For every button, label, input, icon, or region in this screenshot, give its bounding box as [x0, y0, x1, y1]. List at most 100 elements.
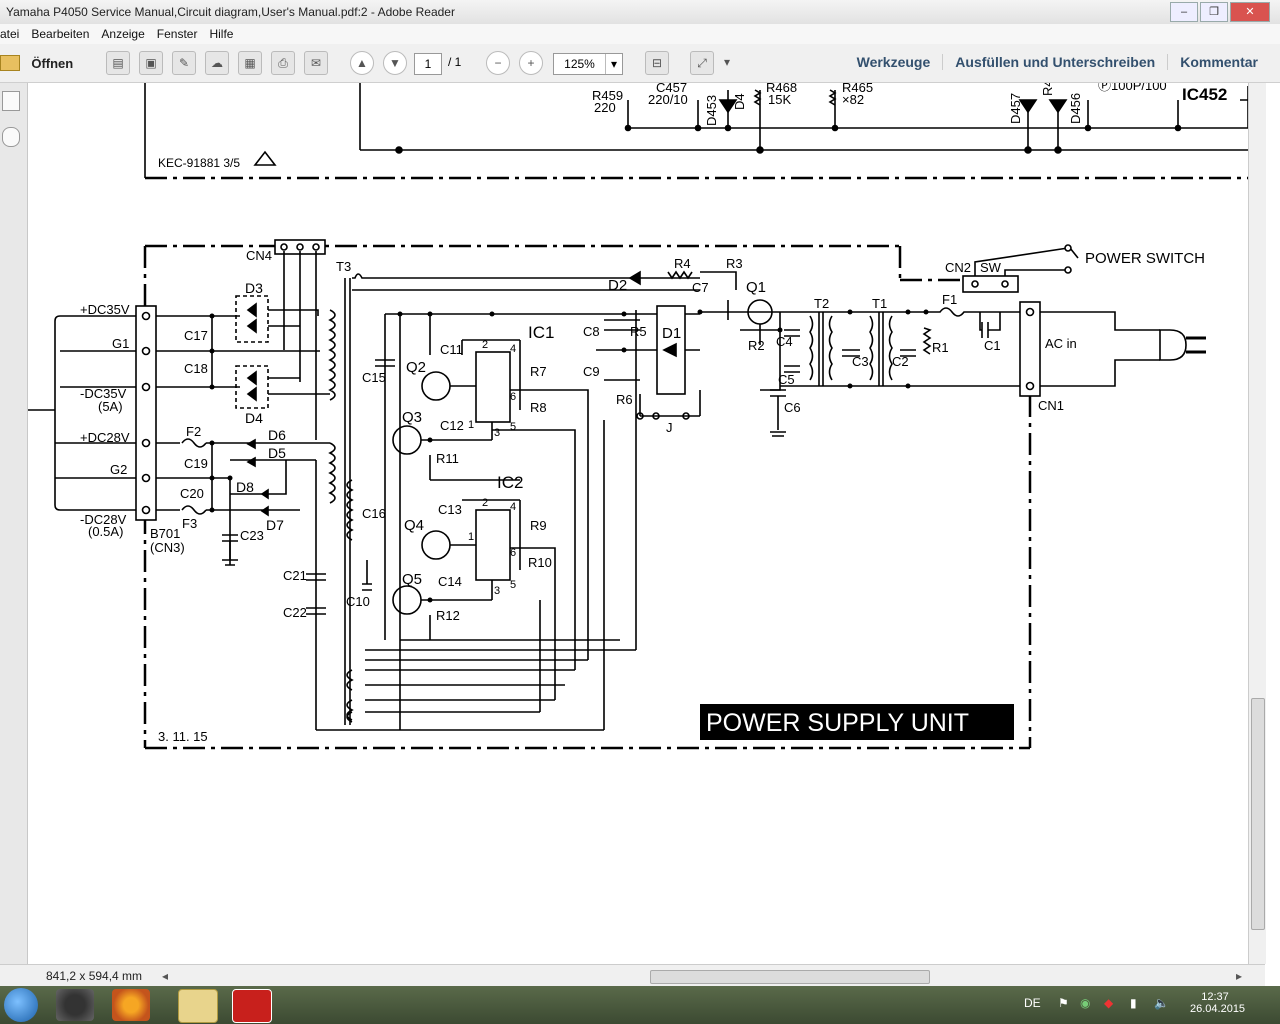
language-indicator[interactable]: DE	[1024, 996, 1041, 1010]
clock-date: 26.04.2015	[1190, 1003, 1246, 1015]
next-page-icon[interactable]: ▼	[383, 51, 407, 75]
page-view-icon[interactable]: ⊟	[645, 51, 669, 75]
title-bar: Yamaha P4050 Service Manual,Circuit diag…	[0, 0, 1280, 25]
taskbar: DE ⚑ ◉ ◆ ▮ 🔈 12:37 26.04.2015	[0, 986, 1280, 1024]
clock[interactable]: 12:37 26.04.2015	[1190, 991, 1246, 1015]
lbl-cn1: CN1	[1038, 398, 1064, 413]
edit-icon[interactable]: ✎	[172, 51, 196, 75]
lbl-cn3: (CN3)	[150, 540, 185, 555]
lbl-f1: F1	[942, 292, 957, 307]
maximize-button[interactable]: ❐	[1200, 2, 1228, 22]
lbl-r8: R8	[530, 400, 547, 415]
lbl-c8: C8	[583, 324, 600, 339]
lbl-r468v: 15K	[768, 92, 791, 107]
lbl-t3: T3	[336, 259, 351, 274]
menu-anzeige[interactable]: Anzeige	[101, 27, 144, 41]
lbl-r3: R3	[726, 256, 743, 271]
lbl-d3: D3	[245, 280, 263, 296]
combine-files-icon[interactable]: ▣	[139, 51, 163, 75]
lbl-c2: C2	[892, 354, 909, 369]
open-button[interactable]: Öffnen	[0, 51, 73, 75]
prev-page-icon[interactable]: ▲	[350, 51, 374, 75]
lbl-pin: 3	[494, 427, 500, 439]
menu-datei[interactable]: atei	[0, 27, 19, 41]
lbl-sw: SW	[980, 260, 1002, 275]
menu-bar: atei Bearbeiten Anzeige Fenster Hilfe	[0, 24, 1280, 44]
lbl-c13: C13	[438, 502, 462, 517]
lbl-pin: 4	[510, 501, 516, 513]
menu-fenster[interactable]: Fenster	[157, 27, 198, 41]
scroll-right-icon[interactable]: ▸	[1236, 969, 1242, 983]
lbl-ic452: IC452	[1182, 85, 1227, 104]
lbl-pin: 3	[494, 585, 500, 597]
clock-time: 12:37	[1201, 991, 1229, 1003]
page-number-input[interactable]: 1	[414, 53, 442, 75]
page-total: / 1	[448, 55, 462, 69]
zoom-out-icon[interactable]: −	[486, 51, 510, 75]
page-thumbnails-icon[interactable]	[2, 91, 20, 111]
window-controls: – ❐ ✕	[1168, 2, 1270, 22]
toolbar-more-icon[interactable]: ▾	[724, 55, 730, 79]
vertical-scrollbar[interactable]	[1248, 83, 1266, 964]
lbl-pin: 6	[510, 391, 516, 403]
fill-sign-link[interactable]: Ausfüllen und Unterschreiben	[942, 54, 1167, 70]
lbl-r5: R5	[630, 324, 647, 339]
volume-icon[interactable]: 🔈	[1154, 996, 1169, 1010]
create-pdf-icon[interactable]: ▤	[106, 51, 130, 75]
lbl-c16: C16	[362, 506, 386, 521]
zoom-in-icon[interactable]: +	[519, 51, 543, 75]
fullscreen-icon[interactable]: ⤢	[690, 51, 714, 75]
lbl-f2: F2	[186, 424, 201, 439]
save-icon[interactable]: ▦	[238, 51, 262, 75]
attachments-icon[interactable]	[2, 127, 20, 147]
lbl-pin: 1	[468, 419, 474, 431]
lbl-d453: D453	[704, 95, 719, 126]
email-icon[interactable]: ✉	[304, 51, 328, 75]
print-icon[interactable]: ⎙	[271, 51, 295, 75]
menu-hilfe[interactable]: Hilfe	[209, 27, 233, 41]
lbl-c18: C18	[184, 361, 208, 376]
antivirus-icon[interactable]: ◆	[1104, 996, 1113, 1010]
lbl-q1: Q1	[746, 279, 766, 296]
lbl-r4: R4	[674, 256, 691, 271]
firefox-icon[interactable]	[112, 989, 150, 1021]
zoom-select[interactable]: 125% ▾	[553, 53, 623, 75]
lbl-c17: C17	[184, 328, 208, 343]
network-icon[interactable]: ▮	[1130, 996, 1137, 1010]
lbl-b701: B701	[150, 526, 180, 541]
menu-bearbeiten[interactable]: Bearbeiten	[31, 27, 89, 41]
lbl-kec: KEC-91881 3/5	[158, 156, 240, 170]
lbl-r10: R10	[528, 555, 552, 570]
media-player-icon[interactable]	[56, 989, 94, 1021]
lbl-pin: 1	[468, 531, 474, 543]
lbl-c10: C10	[346, 594, 370, 609]
minimize-button[interactable]: –	[1170, 2, 1198, 22]
close-button[interactable]: ✕	[1230, 2, 1270, 22]
lbl-d5: D5	[268, 445, 286, 461]
vertical-scroll-thumb[interactable]	[1251, 698, 1265, 930]
scroll-left-icon[interactable]: ◂	[162, 969, 168, 983]
open-label: Öffnen	[31, 56, 74, 71]
tools-link[interactable]: Werkzeuge	[845, 54, 943, 70]
lbl-c12: C12	[440, 418, 464, 433]
lbl-c22: C22	[283, 605, 307, 620]
lbl-r1: R1	[932, 340, 949, 355]
start-button[interactable]	[4, 988, 38, 1022]
explorer-icon[interactable]	[178, 989, 218, 1023]
lbl-cn2: CN2	[945, 260, 971, 275]
comment-link[interactable]: Kommentar	[1167, 54, 1270, 70]
upload-cloud-icon[interactable]: ☁	[205, 51, 229, 75]
lbl-g1: G1	[112, 336, 129, 351]
document-view[interactable]: R459 220 C457 220/10 D453 D4 R468 15K R4…	[28, 83, 1248, 964]
flag-icon[interactable]: ⚑	[1058, 996, 1069, 1010]
adobe-reader-icon[interactable]	[232, 989, 272, 1023]
lbl-d2: D2	[608, 277, 627, 294]
lbl-c11: C11	[440, 342, 463, 357]
lbl-d1: D1	[662, 325, 681, 342]
lbl-p100: Ⓟ100P/100	[1098, 83, 1167, 93]
horizontal-scroll-thumb[interactable]	[650, 970, 930, 984]
lbl-c457v: 220/10	[648, 92, 688, 107]
lbl-q2: Q2	[406, 359, 426, 376]
lbl-q3: Q3	[402, 409, 422, 426]
tray-app-icon[interactable]: ◉	[1080, 996, 1090, 1010]
